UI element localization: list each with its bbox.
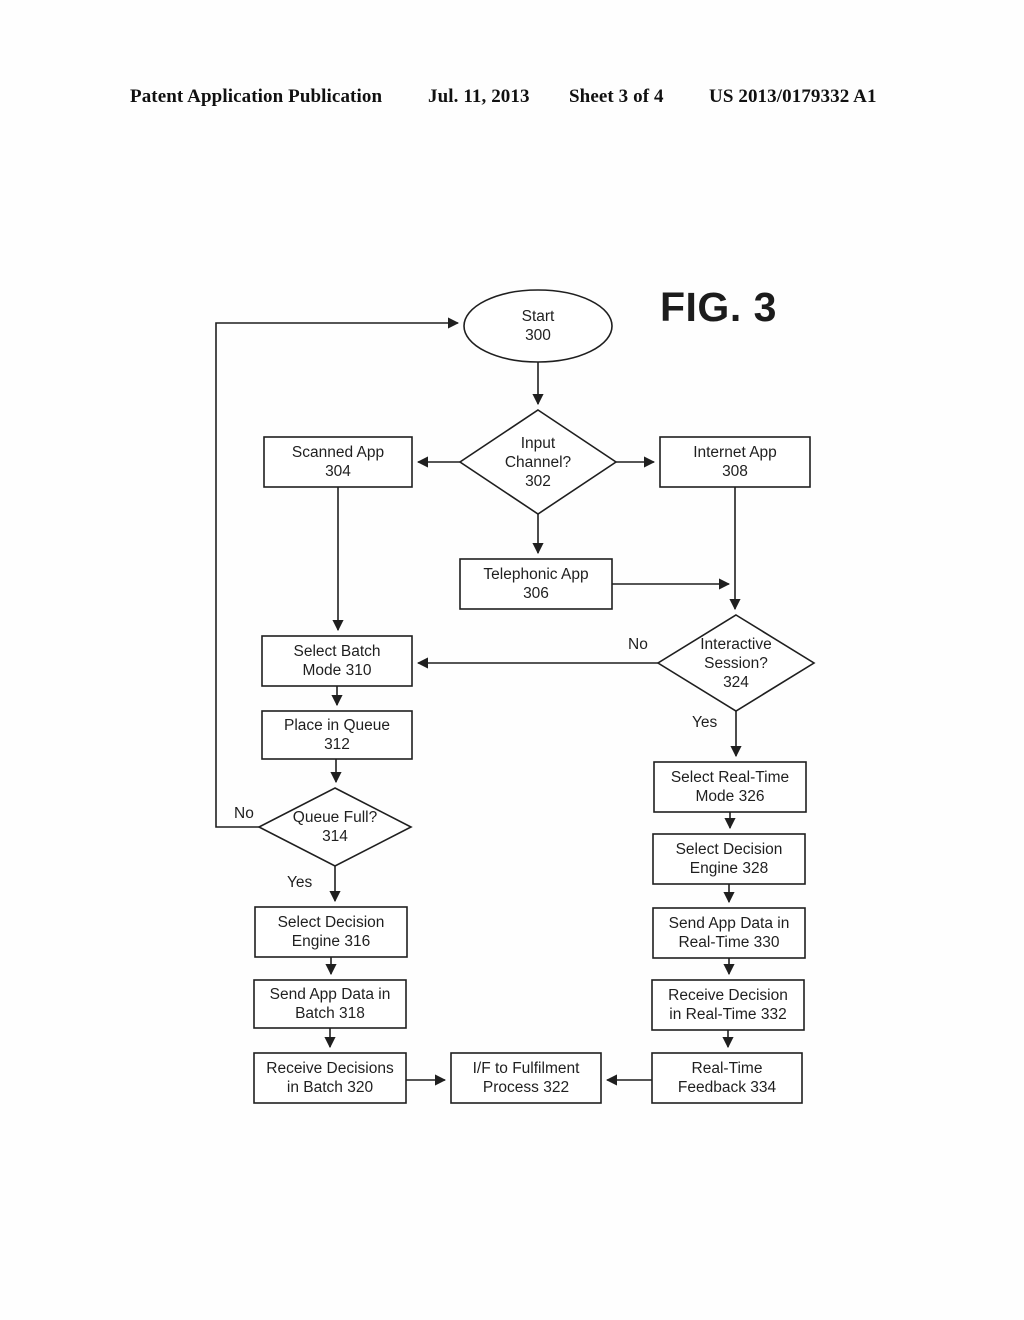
node-shape-queue-full-314 (257, 787, 413, 867)
node-shape-receive-decisions-batch-320 (253, 1052, 407, 1104)
node-shape-telephonic-app-306 (459, 558, 613, 610)
node-shape-send-app-data-realtime-330 (652, 907, 806, 959)
node-shape-send-app-data-batch-318 (253, 979, 407, 1029)
node-shape-select-decision-engine-316 (254, 906, 408, 958)
flowchart-canvas (215, 289, 816, 1104)
node-shape-interactive-session-324 (656, 614, 816, 712)
node-shape-scanned-app-304 (263, 436, 413, 488)
node-shape-select-decision-engine-328 (652, 833, 806, 885)
figure-page: Patent Application Publication Jul. 11, … (0, 0, 1024, 1320)
node-shape-if-to-fulfilment-322 (450, 1052, 602, 1104)
node-shape-internet-app-308 (659, 436, 811, 488)
node-shape-start-300 (463, 289, 613, 363)
node-shape-receive-decision-realtime-332 (651, 979, 805, 1031)
node-shape-place-in-queue-312 (261, 710, 413, 760)
node-shape-input-channel-302 (458, 409, 618, 515)
node-shape-select-batch-mode-310 (261, 635, 413, 687)
node-shape-realtime-feedback-334 (651, 1052, 803, 1104)
node-shape-select-realtime-mode-326 (653, 761, 807, 813)
